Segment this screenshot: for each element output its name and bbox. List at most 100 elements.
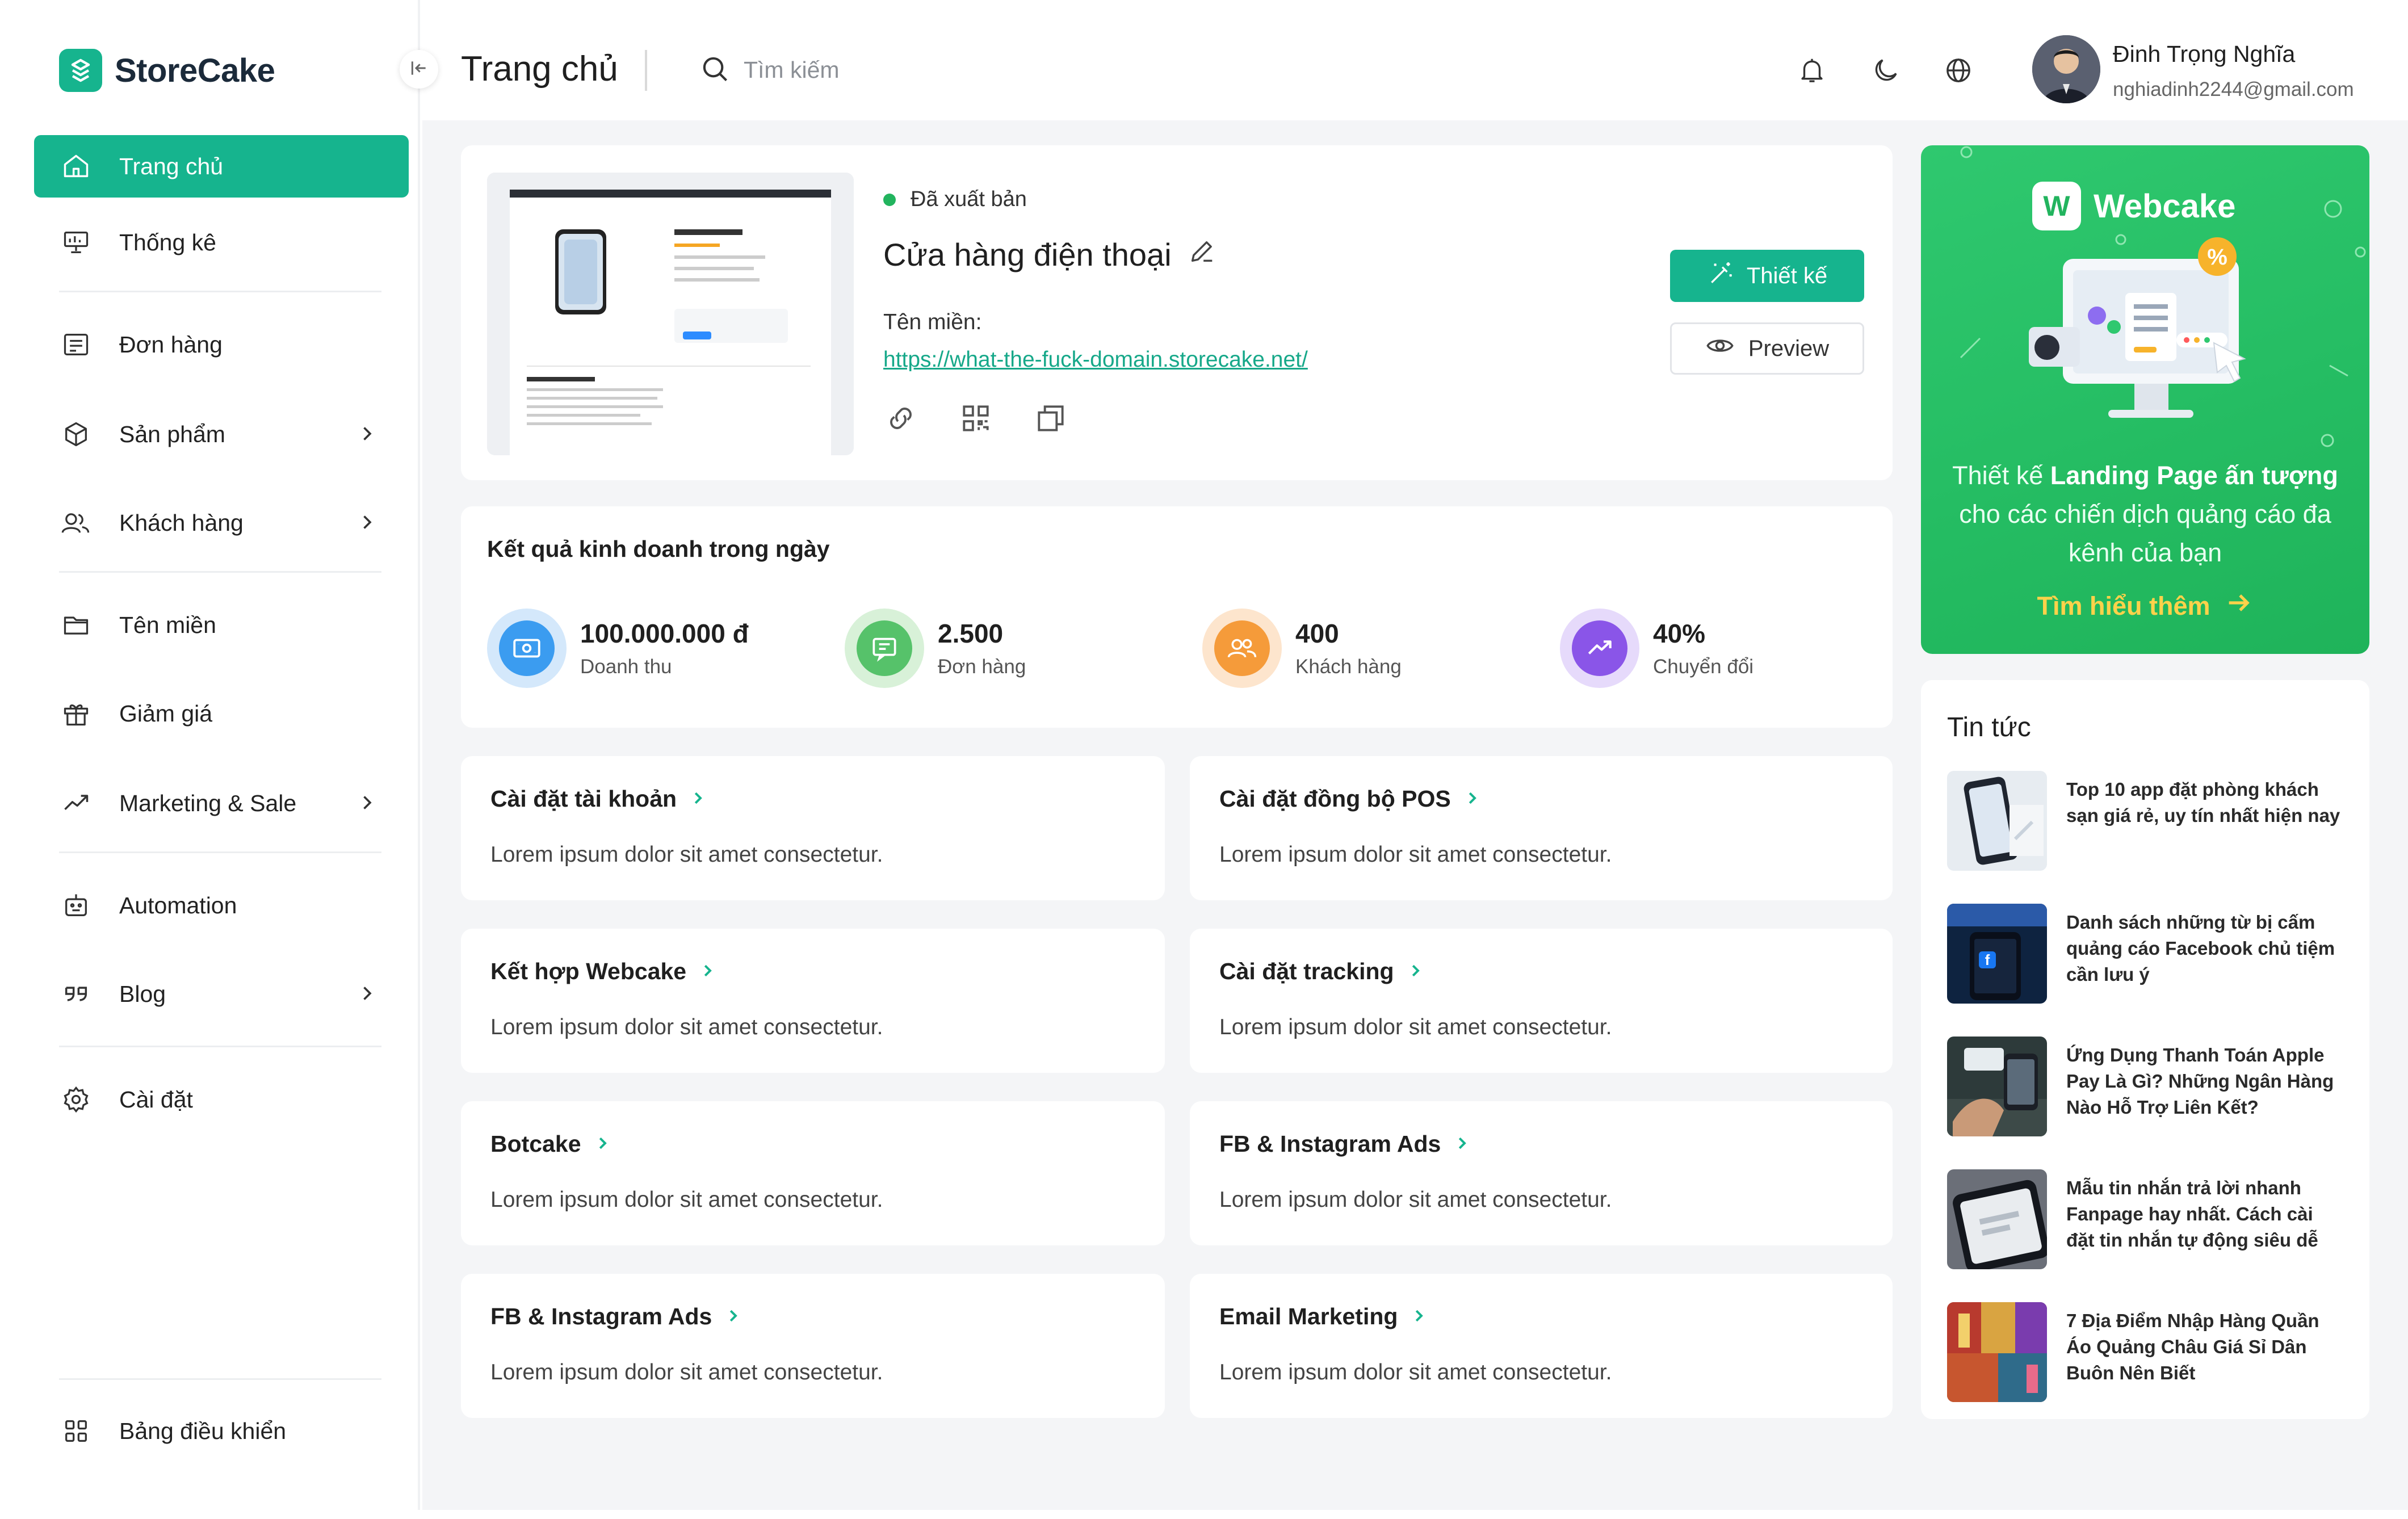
page-title: Trang chủ: [461, 49, 618, 89]
sidebar-item-dashboard[interactable]: Bảng điều khiển: [34, 1400, 409, 1462]
settings-card-desc: Lorem ipsum dolor sit amet consectetur.: [1219, 1015, 1612, 1039]
promo-text-bold: Landing Page ấn tượng: [2050, 461, 2338, 490]
settings-card-botcake[interactable]: Botcake Lorem ipsum dolor sit amet conse…: [461, 1101, 1165, 1245]
design-button-label: Thiết kế: [1746, 263, 1828, 288]
sidebar-item-customers[interactable]: Khách hàng: [34, 492, 409, 554]
news-item[interactable]: Mẫu tin nhắn trả lời nhanh Fanpage hay n…: [1947, 1169, 2344, 1272]
sidebar-item-products[interactable]: Sản phẩm: [34, 403, 409, 465]
sidebar-item-label: Bảng điều khiển: [119, 1417, 287, 1444]
sidebar-item-marketing[interactable]: Marketing & Sale: [34, 772, 409, 834]
metric-orders: 2.500 Đơn hàng: [845, 609, 1026, 688]
store-card: Đã xuất bản Cửa hàng điện thoại Tên miền…: [461, 145, 1893, 480]
title-separator: [645, 50, 647, 91]
domain-label: Tên miền:: [883, 310, 982, 334]
sidebar-item-statistics[interactable]: Thống kê: [34, 211, 409, 274]
news-item-title: Top 10 app đặt phòng khách sạn giá rẻ, u…: [2066, 779, 2340, 826]
folder-icon: [59, 608, 93, 642]
learn-more-link[interactable]: Tìm hiểu thêm: [1921, 588, 2369, 624]
metric-conversion: 40% Chuyển đổi: [1560, 609, 1753, 688]
brand-name: StoreCake: [115, 52, 275, 89]
sidebar-item-label: Khách hàng: [119, 509, 244, 536]
sidebar-divider: [59, 571, 381, 573]
sidebar-item-blog[interactable]: Blog: [34, 963, 409, 1025]
eye-icon: [1705, 331, 1735, 366]
business-results-title: Kết quả kinh doanh trong ngày: [487, 536, 830, 562]
money-icon: [487, 609, 567, 688]
chevron-right-icon: [356, 983, 377, 1006]
notification-bell-icon[interactable]: [1794, 52, 1830, 89]
sidebar-item-label: Thống kê: [119, 229, 216, 255]
news-title: Tin tức: [1947, 712, 2031, 742]
user-email: nghiadinh2244@gmail.com: [2113, 78, 2354, 100]
metric-label: Đơn hàng: [938, 656, 1026, 678]
news-thumbnail: [1947, 1169, 2047, 1269]
avatar[interactable]: [2032, 35, 2100, 103]
storecake-logo[interactable]: StoreCake: [59, 49, 275, 92]
order-icon: [59, 328, 93, 362]
status-label: Đã xuất bản: [911, 187, 1027, 211]
settings-card-pos-sync[interactable]: Cài đặt đồng bộ POS Lorem ipsum dolor si…: [1190, 756, 1893, 900]
search-input[interactable]: Tìm kiếm: [698, 52, 840, 88]
sidebar-item-domain[interactable]: Tên miền: [34, 594, 409, 656]
settings-card-desc: Lorem ipsum dolor sit amet consectetur.: [490, 1360, 883, 1384]
news-item[interactable]: f Danh sách những từ bị cấm quảng cáo Fa…: [1947, 904, 2344, 1006]
settings-card-title: Cài đặt đồng bộ POS: [1219, 786, 1451, 812]
dark-mode-moon-icon[interactable]: [1868, 52, 1904, 89]
chevron-right-icon: [1453, 1131, 1470, 1157]
settings-card-title: FB & Instagram Ads: [490, 1303, 712, 1329]
sidebar-item-discount[interactable]: Giảm giá: [34, 682, 409, 745]
preview-button[interactable]: Preview: [1670, 322, 1864, 375]
metric-revenue: 100.000.000 đ Doanh thu: [487, 609, 749, 688]
preview-button-label: Preview: [1748, 335, 1830, 361]
collapse-sidebar-button[interactable]: [400, 50, 438, 89]
sidebar-divider: [59, 291, 381, 292]
webcake-promo-banner[interactable]: W Webcake % Thiết kế Landing Page ấn tượ…: [1921, 145, 2369, 654]
settings-card-desc: Lorem ipsum dolor sit amet consectetur.: [490, 1015, 883, 1039]
settings-card-desc: Lorem ipsum dolor sit amet consectetur.: [1219, 842, 1612, 867]
link-icon[interactable]: [883, 401, 918, 439]
chevron-right-icon: [689, 786, 706, 812]
news-panel: Tin tức Top 10 app đặt phòng khách sạn g…: [1921, 680, 2369, 1419]
domain-link[interactable]: https://what-the-fuck-domain.storecake.n…: [883, 347, 1308, 372]
design-button[interactable]: Thiết kế: [1670, 250, 1864, 302]
growth-icon: [1560, 609, 1639, 688]
sidebar-item-label: Trang chủ: [119, 153, 224, 179]
store-name: Cửa hàng điện thoại: [883, 236, 1217, 273]
settings-card-fb-ads[interactable]: FB & Instagram Ads Lorem ipsum dolor sit…: [1190, 1101, 1893, 1245]
sidebar-item-settings[interactable]: Cài đặt: [34, 1068, 409, 1131]
copy-icon[interactable]: [1033, 401, 1068, 439]
quote-icon: [59, 977, 93, 1011]
news-item[interactable]: Ứng Dụng Thanh Toán Apple Pay Là Gì? Nhữ…: [1947, 1037, 2344, 1139]
sidebar-item-home[interactable]: Trang chủ: [34, 135, 409, 198]
chevron-right-icon: [1463, 786, 1480, 812]
sidebar-divider: [59, 1378, 381, 1380]
settings-card-webcake[interactable]: Kết hợp Webcake Lorem ipsum dolor sit am…: [461, 929, 1165, 1073]
webcake-brand: Webcake: [2094, 187, 2236, 225]
store-preview-thumbnail[interactable]: [487, 173, 854, 455]
trend-icon: [59, 786, 93, 820]
news-item-title: Mẫu tin nhắn trả lời nhanh Fanpage hay n…: [2066, 1177, 2318, 1251]
sidebar-item-label: Marketing & Sale: [119, 790, 297, 816]
webcake-logo: W Webcake: [2032, 182, 2235, 230]
settings-card-fb-ads-2[interactable]: FB & Instagram Ads Lorem ipsum dolor sit…: [461, 1274, 1165, 1418]
sidebar-item-label: Cài đặt: [119, 1086, 193, 1113]
edit-pencil-icon[interactable]: [1188, 236, 1217, 273]
news-item-title: 7 Địa Điểm Nhập Hàng Quần Áo Quảng Châu …: [2066, 1310, 2319, 1383]
qr-code-icon[interactable]: [958, 401, 993, 439]
webcake-logo-icon: W: [2032, 182, 2081, 230]
settings-card-account[interactable]: Cài đặt tài khoản Lorem ipsum dolor sit …: [461, 756, 1165, 900]
sidebar-item-orders[interactable]: Đơn hàng: [34, 313, 409, 376]
chevron-right-icon: [1410, 1303, 1427, 1330]
news-item[interactable]: Top 10 app đặt phòng khách sạn giá rẻ, u…: [1947, 771, 2344, 873]
settings-card-tracking[interactable]: Cài đặt tracking Lorem ipsum dolor sit a…: [1190, 929, 1893, 1073]
settings-card-email-marketing[interactable]: Email Marketing Lorem ipsum dolor sit am…: [1190, 1274, 1893, 1418]
language-globe-icon[interactable]: [1940, 52, 1977, 89]
news-item[interactable]: 7 Địa Điểm Nhập Hàng Quần Áo Quảng Châu …: [1947, 1302, 2344, 1404]
settings-card-title: Kết hợp Webcake: [490, 958, 687, 984]
metric-label: Doanh thu: [580, 656, 672, 678]
news-thumbnail: [1947, 1302, 2047, 1402]
topbar: Trang chủ Tìm kiếm Đinh Trọng Nghĩa nghi…: [422, 0, 2408, 120]
sidebar-item-automation[interactable]: Automation: [34, 874, 409, 937]
user-name: Đinh Trọng Nghĩa: [2113, 41, 2296, 67]
settings-card-title: Email Marketing: [1219, 1303, 1398, 1329]
